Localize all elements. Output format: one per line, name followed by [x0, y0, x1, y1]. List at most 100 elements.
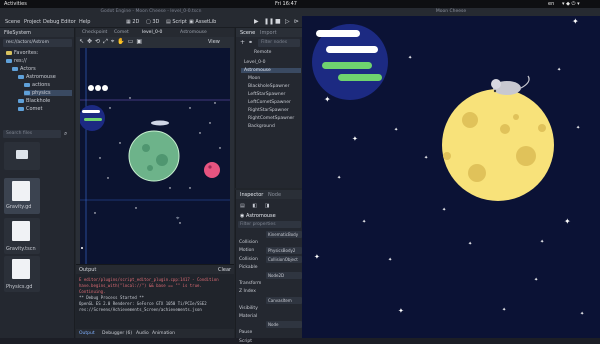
tree-res-root[interactable]: res:// [6, 58, 27, 64]
menu-editor[interactable]: Editor [61, 19, 76, 25]
clock[interactable]: Fri 16:47 [275, 1, 297, 7]
property-section[interactable]: Node [266, 321, 302, 329]
folder-icon [18, 106, 24, 111]
menu-project[interactable]: Project [24, 19, 41, 25]
tab-audio[interactable]: Audio [136, 331, 149, 336]
add-node-icon[interactable]: + [240, 39, 245, 46]
tree-actions[interactable]: actions [24, 82, 50, 88]
tab-astromouse[interactable]: Astromouse [180, 30, 207, 35]
menu-debug[interactable]: Debug [43, 19, 59, 25]
star: ✦ [362, 219, 367, 225]
play-icon[interactable]: ▶ [254, 18, 259, 25]
tree-physics[interactable]: physics [24, 90, 72, 96]
scene-node[interactable]: LeftCometSpawner [248, 100, 291, 105]
language-indicator[interactable]: en [548, 1, 554, 7]
filesystem-path-field[interactable]: res://actors/Astrom [3, 39, 72, 47]
scene-node[interactable]: Moon [248, 76, 260, 81]
mouse-cursor-icon: ⌖ [176, 215, 180, 222]
scene-viewport: Checkpoint Comet level_0-0 Astromouse ↖✥… [76, 28, 234, 264]
folder-icon [18, 74, 24, 79]
crater [513, 114, 519, 120]
folder-up-card[interactable] [4, 142, 40, 170]
filesystem-tab[interactable]: FileSystem [0, 28, 74, 37]
game-window[interactable]: Moon Cheese ✦ ✦ ✦ ✦ ✦ ✦ ✦ ✦ ✦ ✦ ✦ ✦ ✦ ✦ … [302, 8, 600, 338]
viewport-tools-icon[interactable]: ↖✥⟲⤢⌖✋▭▣ [79, 38, 145, 46]
link-icon[interactable]: ⚭ [248, 39, 253, 46]
scene-node[interactable]: Background [248, 124, 275, 129]
workspace-script-button[interactable]: ▤ Script [166, 19, 187, 25]
view-menu[interactable]: View [208, 39, 220, 45]
search-files-input[interactable]: Search files [3, 130, 61, 138]
menu-bar: Scene Project Debug Editor Help ▦ 2D ▢ 3… [0, 16, 302, 28]
play-custom-icon[interactable]: ⊳ [294, 18, 299, 25]
tab-import[interactable]: Import [260, 30, 277, 36]
workspace-assetlib-button[interactable]: ▣ AssetLib [189, 19, 216, 25]
tree-comet[interactable]: Comet [18, 106, 42, 112]
tab-output[interactable]: Output [79, 331, 95, 336]
tab-comet[interactable]: Comet [114, 30, 129, 35]
property-section[interactable]: Node2D [266, 272, 302, 279]
planet-stripe [316, 30, 360, 37]
folder-icon [24, 90, 30, 95]
property-label: Material [239, 314, 258, 319]
filter-properties-input[interactable]: Filter properties [238, 221, 301, 228]
system-indicators[interactable]: ▾ ◆ ⏻ ▾ [562, 1, 580, 7]
file-name: Gravity.gd [6, 204, 32, 210]
clear-output-button[interactable]: Clear [218, 267, 231, 273]
star: ✦ [442, 207, 447, 213]
file-name: Physics.gd [6, 284, 33, 290]
file-card-physics-gd[interactable]: Physics.gd [4, 256, 40, 292]
activities-button[interactable]: Activities [4, 1, 27, 7]
star: ✦ [580, 311, 585, 317]
scene-node[interactable]: RightCometSpawner [248, 116, 294, 121]
tab-level[interactable]: level_0-0 [142, 30, 162, 35]
scene-node[interactable]: Astromouse [241, 68, 301, 73]
scene-node[interactable]: RightStarSpawner [248, 108, 289, 113]
scene-node[interactable]: LeftStarSpawner [248, 92, 285, 97]
workspace-3d-button[interactable]: ▢ 3D [146, 19, 159, 25]
tab-node[interactable]: Node [268, 192, 281, 198]
scene-node[interactable]: BlackholeSpawner [248, 84, 289, 89]
property-label: Pickable [239, 264, 258, 270]
inspector-tools-icon[interactable]: ▤ ◧ ◨ [240, 203, 272, 209]
property-section[interactable]: CollisionObject [266, 255, 302, 263]
file-card-gravity-tscn[interactable]: Gravity.tscn [4, 218, 40, 254]
file-card-gravity-gd[interactable]: Gravity.gd [4, 178, 40, 214]
menu-help[interactable]: Help [79, 19, 90, 25]
property-section[interactable]: CanvasItem [266, 296, 302, 304]
property-section[interactable]: KinematicBody [266, 231, 302, 238]
property-label: Collision [239, 256, 258, 262]
tree-actors[interactable]: Actors [12, 66, 36, 72]
menu-scene[interactable]: Scene [5, 19, 20, 25]
play-scene-icon[interactable]: ▷ [285, 18, 290, 25]
search-icon[interactable]: ⌕ [64, 130, 67, 138]
level-preview: ⌖ [80, 48, 230, 264]
property-section[interactable]: PhysicsBody2 [266, 247, 302, 255]
tab-animation[interactable]: Animation [152, 331, 175, 336]
tab-scene[interactable]: Scene [240, 30, 255, 36]
game-window-title: Moon Cheese [302, 8, 600, 16]
planet-stripe [338, 74, 382, 81]
remote-button[interactable]: Remote [254, 50, 271, 55]
editor-title: Godot Engine - Moon Cheese - level_0-0.t… [0, 8, 302, 16]
tab-inspector[interactable]: Inspector [240, 192, 263, 198]
tab-checkpoint[interactable]: Checkpoint [82, 30, 107, 35]
level-canvas[interactable]: ⌖ [80, 48, 230, 264]
filter-nodes-input[interactable]: Filter nodes [258, 39, 300, 47]
inspected-node[interactable]: ◉ Astromouse [240, 213, 276, 219]
planet-stripe [84, 118, 102, 121]
tree-favorites[interactable]: Favorites: [6, 50, 38, 56]
crater [142, 144, 150, 152]
crater [538, 124, 546, 132]
game-scene [302, 16, 600, 338]
planet-stripe [326, 46, 378, 53]
mouse-eye [493, 89, 497, 93]
stop-icon[interactable]: ■ [275, 18, 281, 25]
workspace-2d-button[interactable]: ▦ 2D [126, 19, 139, 25]
pause-icon[interactable]: ❚❚ [264, 18, 274, 25]
scene-node[interactable]: Level_0-0 [244, 60, 265, 65]
tab-debugger[interactable]: Debugger (6) [102, 331, 132, 336]
folder-icon [12, 66, 18, 71]
tree-blackhole[interactable]: Blackhole [18, 98, 50, 104]
tree-astromouse[interactable]: Astromouse [18, 74, 56, 80]
